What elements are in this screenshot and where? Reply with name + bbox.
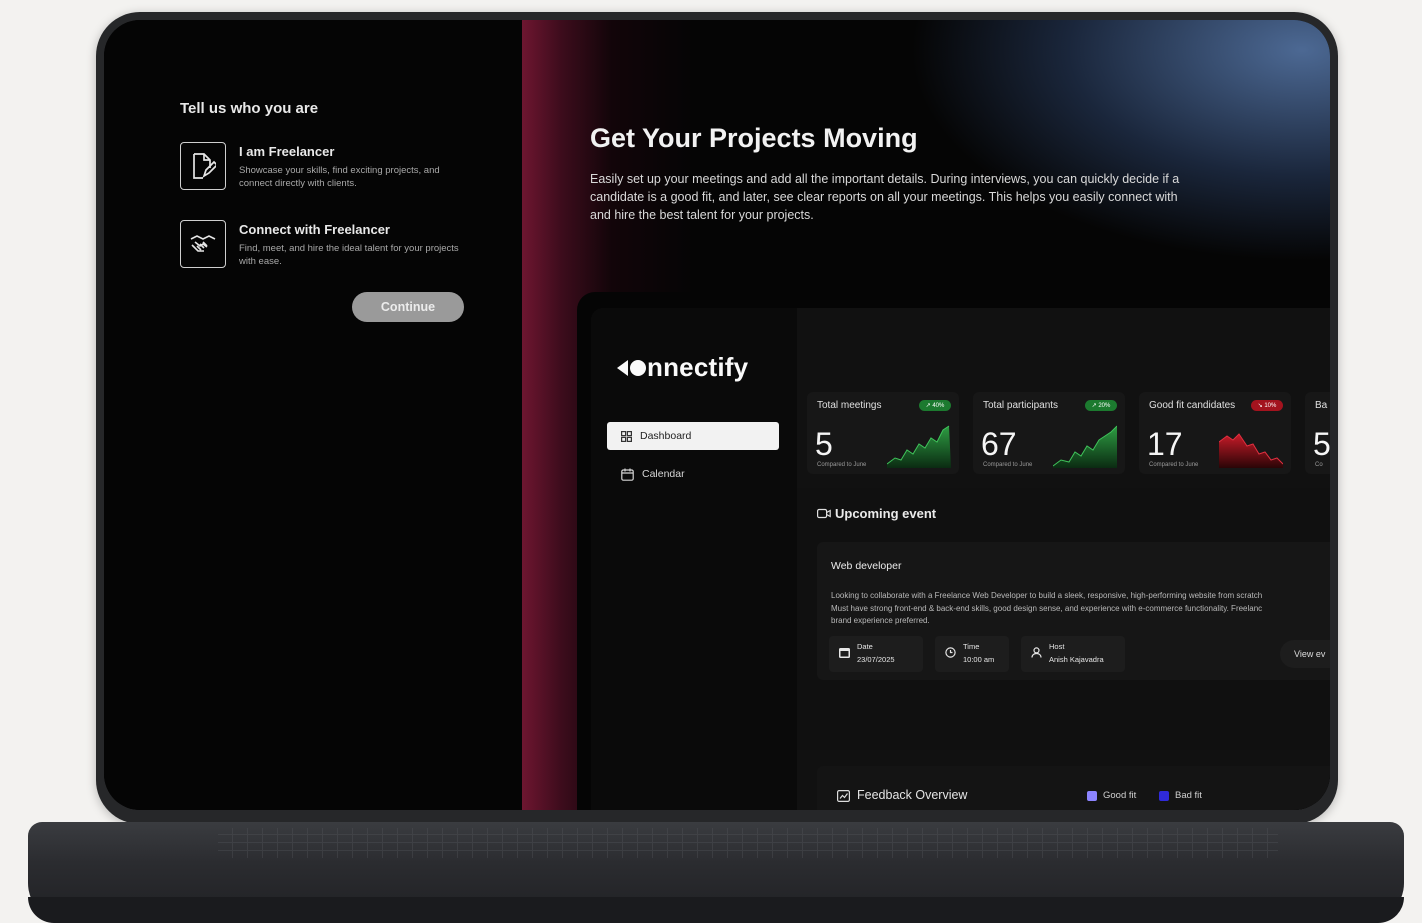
stat-compare: Compared to June	[1149, 462, 1199, 468]
sparkline-down-icon	[1219, 433, 1283, 468]
legend-swatch	[1159, 790, 1169, 801]
dashboard-grid-icon	[621, 430, 632, 442]
chip-label: Time	[963, 642, 980, 651]
stat-card-total-participants: Total participants ↗ 20% 67 Compared to …	[973, 392, 1125, 474]
event-description: Looking to collaborate with a Freelance …	[831, 590, 1330, 628]
option-freelancer[interactable]: I am Freelancer Showcase your skills, fi…	[180, 142, 510, 194]
nav-label: Dashboard	[640, 430, 692, 442]
desc-line: brand experience preferred.	[831, 616, 930, 625]
legend-good-fit: Good fit	[1087, 790, 1136, 801]
sidebar: nnectify Dashboard Calendar	[591, 308, 797, 810]
base-edge	[28, 897, 1404, 923]
legend-label: Bad fit	[1175, 790, 1202, 801]
logo-chevron-icon	[617, 359, 628, 376]
dashboard-main: Total meetings ↗ 40% 5 Compared to June	[797, 308, 1330, 810]
stat-compare: Co	[1315, 462, 1323, 468]
chip-label: Date	[857, 642, 873, 651]
stat-value: 67	[981, 426, 1017, 462]
laptop-screen: Tell us who you are I am Freelancer Show…	[104, 20, 1330, 810]
stat-value: 17	[1147, 426, 1183, 462]
chip-label: Host	[1049, 642, 1065, 651]
calendar-icon	[839, 648, 850, 658]
chip-value: 10:00 am	[963, 655, 995, 664]
stat-compare: Compared to June	[983, 462, 1033, 468]
brand-logo: nnectify	[617, 352, 748, 383]
section-title: Upcoming event	[835, 506, 937, 521]
brand-name: nnectify	[647, 352, 749, 382]
stat-label: Ba	[1315, 400, 1328, 411]
laptop-mockup: Tell us who you are I am Freelancer Show…	[0, 0, 1422, 923]
handshake-icon	[180, 220, 226, 268]
keyboard	[218, 828, 1278, 858]
option-title: Connect with Freelancer	[239, 222, 390, 237]
calendar-icon	[621, 468, 634, 481]
stat-compare: Compared to June	[817, 462, 867, 468]
upcoming-event-section: Upcoming event Web developer Looking to	[797, 488, 1330, 750]
stat-card-good-fit: Good fit candidates ↘ 10% 17 Compared to…	[1139, 392, 1291, 474]
sparkline-up-icon	[887, 425, 951, 468]
event-date-chip: Date 23/07/2025	[829, 636, 923, 672]
hero-panel: Get Your Projects Moving Easily set up y…	[522, 20, 1330, 810]
desc-line: Must have strong front-end & back-end sk…	[831, 603, 1263, 613]
view-event-button[interactable]: View ev	[1280, 640, 1330, 668]
trend-badge: ↗ 20%	[1085, 400, 1117, 411]
continue-button[interactable]: Continue	[352, 292, 464, 322]
chip-value: 23/07/2025	[857, 655, 895, 664]
sidebar-item-calendar[interactable]: Calendar	[607, 460, 779, 488]
logo-dot-icon	[630, 359, 646, 376]
chart-icon	[837, 790, 850, 802]
trend-badge: ↘ 10%	[1251, 400, 1283, 411]
option-description: Find, meet, and hire the ideal talent fo…	[239, 243, 459, 267]
event-title: Web developer	[831, 560, 902, 572]
stat-value: 5	[815, 426, 833, 462]
laptop-base	[28, 822, 1404, 923]
chip-value: Anish Kajavadra	[1049, 655, 1104, 664]
option-title: I am Freelancer	[239, 144, 335, 159]
user-icon	[1031, 647, 1042, 658]
stat-label: Total participants	[983, 400, 1059, 411]
feedback-overview-section: Feedback Overview Good fit Bad fit	[817, 766, 1330, 810]
hero-description: Easily set up your meetings and add all …	[590, 172, 1180, 222]
event-card[interactable]: Web developer Looking to collaborate wit…	[817, 542, 1330, 680]
sidebar-item-dashboard[interactable]: Dashboard	[607, 422, 779, 450]
option-description: Showcase your skills, find exciting proj…	[239, 165, 440, 189]
stat-label: Total meetings	[817, 400, 882, 411]
clock-icon	[945, 647, 956, 658]
section-title: Feedback Overview	[857, 788, 968, 802]
video-camera-icon	[817, 508, 831, 519]
legend-bad-fit: Bad fit	[1159, 790, 1202, 801]
onboarding-panel: Tell us who you are I am Freelancer Show…	[104, 20, 522, 810]
hero-title: Get Your Projects Moving	[590, 123, 918, 153]
legend-label: Good fit	[1103, 790, 1137, 801]
legend-swatch	[1087, 790, 1097, 801]
dashboard-preview: nnectify Dashboard Calendar Total meetin…	[577, 292, 1330, 810]
desc-line: Looking to collaborate with a Freelance …	[831, 591, 1263, 600]
stat-card-partial: Ba 5 Co	[1305, 392, 1330, 474]
app-window: nnectify Dashboard Calendar Total meetin…	[591, 308, 1330, 810]
trend-badge: ↗ 40%	[919, 400, 951, 411]
sparkline-up-icon	[1053, 425, 1117, 468]
stat-card-total-meetings: Total meetings ↗ 40% 5 Compared to June	[807, 392, 959, 474]
document-edit-icon	[180, 142, 226, 190]
event-host-chip: Host Anish Kajavadra	[1021, 636, 1125, 672]
nav-label: Calendar	[642, 468, 685, 480]
stat-label: Good fit candidates	[1149, 400, 1236, 411]
onboarding-heading: Tell us who you are	[180, 100, 319, 117]
stat-value: 5	[1313, 426, 1330, 462]
option-connect[interactable]: Connect with Freelancer Find, meet, and …	[180, 220, 510, 272]
event-time-chip: Time 10:00 am	[935, 636, 1009, 672]
